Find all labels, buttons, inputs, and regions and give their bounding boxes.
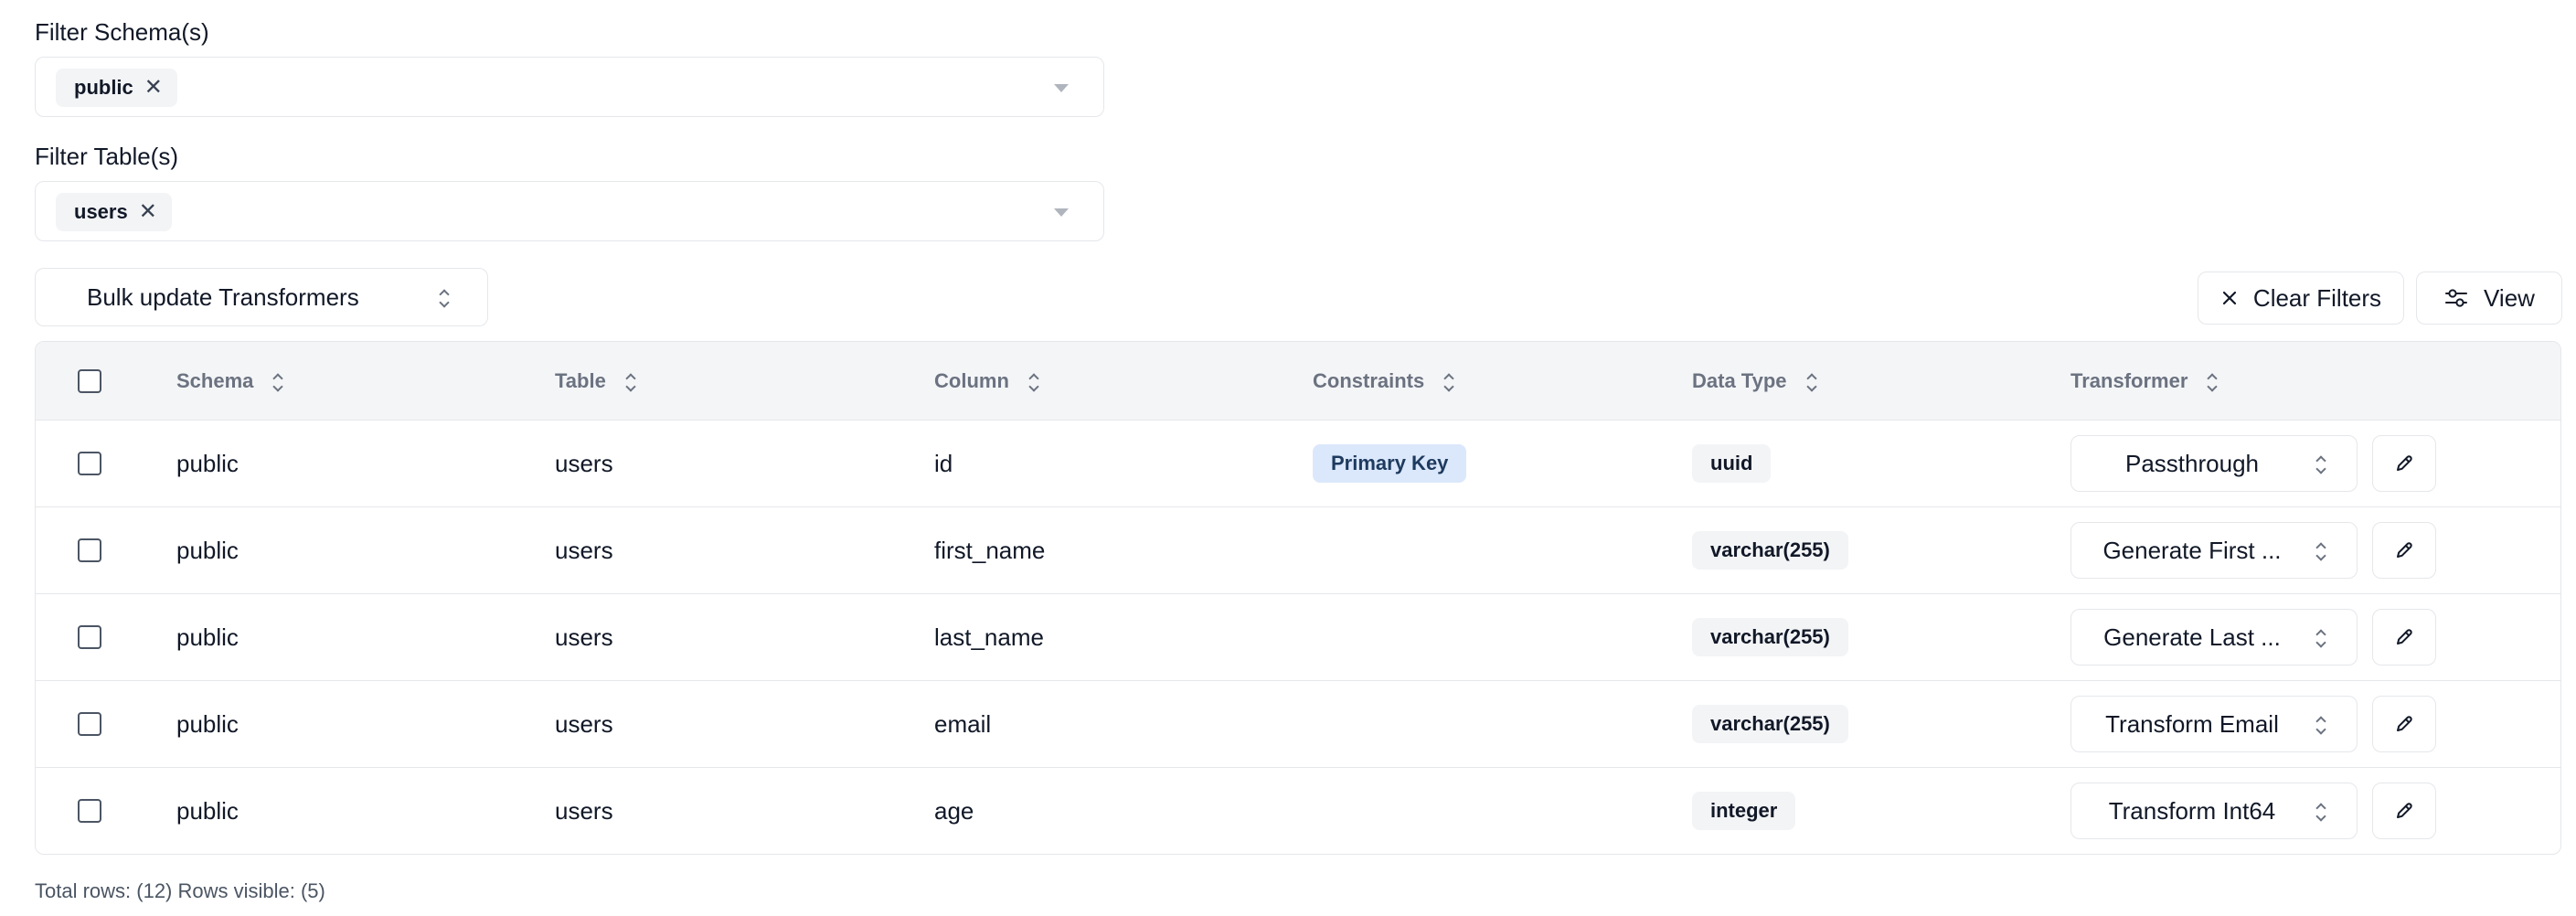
chevron-up-down-icon [2313, 715, 2329, 735]
x-icon [2222, 291, 2237, 305]
transformer-select[interactable]: Transform Email [2070, 696, 2358, 752]
transformer-select-label: Generate First ... [2102, 536, 2282, 564]
x-icon[interactable]: ✕ [144, 77, 163, 99]
chevron-up-down-icon [1441, 372, 1457, 392]
filter-table-label: Filter Table(s) [35, 143, 179, 170]
header-column-label: Column [934, 369, 1009, 392]
sliders-icon [2445, 289, 2468, 307]
chevron-up-down-icon [2204, 372, 2220, 392]
transformer-select[interactable]: Generate Last ... [2070, 609, 2358, 666]
pencil-icon [2397, 803, 2412, 818]
filter-table-select[interactable]: users ✕ [35, 181, 1104, 241]
x-icon[interactable]: ✕ [139, 201, 157, 223]
table-row: public users age integer Transform Int64 [36, 768, 2560, 854]
chevron-up-down-icon [2313, 802, 2329, 822]
header-transformer-label: Transformer [2070, 369, 2188, 392]
clear-filters-label: Clear Filters [2252, 283, 2382, 312]
transformer-select-label: Passthrough [2125, 449, 2259, 477]
chevron-up-down-icon [2313, 541, 2329, 561]
chevron-up-down-icon [1026, 372, 1042, 392]
transformer-select[interactable]: Transform Int64 [2070, 783, 2358, 839]
filter-schema-label: Filter Schema(s) [35, 18, 209, 46]
chevron-up-down-icon [1804, 372, 1820, 392]
table-chip: users ✕ [56, 193, 172, 231]
transformer-select-label: Transform Email [2105, 709, 2279, 738]
header-constraints[interactable]: Constraints [1313, 342, 1457, 421]
schema-table-page: Filter Schema(s) public ✕ Filter Table(s… [0, 0, 2576, 916]
pencil-icon [2397, 455, 2412, 471]
header-schema-label: Schema [176, 369, 254, 392]
edit-transformer-button[interactable] [2372, 783, 2436, 839]
bulk-update-transformers-select[interactable]: Bulk update Transformers [35, 268, 488, 326]
table-row: public users first_name varchar(255) Gen… [36, 507, 2560, 594]
edit-transformer-button[interactable] [2372, 522, 2436, 579]
header-table-label: Table [555, 369, 606, 392]
schema-mapping-table: Schema Table Column Constraints Data Typ… [35, 341, 2561, 855]
edit-transformer-button[interactable] [2372, 609, 2436, 666]
transformer-select[interactable]: Generate First ... [2070, 522, 2358, 579]
cell-transformer: Generate First ... [36, 507, 2560, 593]
header-transformer[interactable]: Transformer [2070, 342, 2220, 421]
schema-chip: public ✕ [56, 69, 177, 107]
edit-transformer-button[interactable] [2372, 696, 2436, 752]
transformer-select-label: Generate Last ... [2103, 623, 2281, 651]
cell-transformer: Generate Last ... [36, 594, 2560, 680]
cell-transformer: Transform Int64 [36, 768, 2560, 854]
header-table[interactable]: Table [555, 342, 639, 421]
cell-transformer: Passthrough [36, 421, 2560, 506]
chevron-up-down-icon [436, 288, 452, 308]
pencil-icon [2397, 542, 2412, 558]
table-header: Schema Table Column Constraints Data Typ… [36, 342, 2560, 421]
pencil-icon [2397, 716, 2412, 731]
chevron-up-down-icon [2313, 628, 2329, 648]
chevron-up-down-icon [270, 372, 286, 392]
header-schema[interactable]: Schema [176, 342, 286, 421]
edit-transformer-button[interactable] [2372, 435, 2436, 492]
row-count-summary: Total rows: (12) Rows visible: (5) [35, 879, 325, 902]
header-data-type[interactable]: Data Type [1692, 342, 1820, 421]
clear-filters-button[interactable]: Clear Filters [2198, 272, 2404, 325]
transformer-select-label: Transform Int64 [2108, 796, 2276, 825]
chevron-up-down-icon [2313, 454, 2329, 474]
header-data-type-label: Data Type [1692, 369, 1787, 392]
chevron-down-icon[interactable] [1054, 208, 1069, 217]
table-row: public users last_name varchar(255) Gene… [36, 594, 2560, 681]
bulk-update-label: Bulk update Transformers [87, 282, 359, 311]
view-button[interactable]: View [2416, 272, 2562, 325]
schema-chip-label: public [74, 76, 133, 99]
table-row: public users email varchar(255) Transfor… [36, 681, 2560, 768]
table-chip-label: users [74, 200, 128, 223]
filter-schema-select[interactable]: public ✕ [35, 57, 1104, 117]
header-constraints-label: Constraints [1313, 369, 1425, 392]
header-column[interactable]: Column [934, 342, 1042, 421]
select-all-checkbox[interactable] [78, 369, 101, 393]
view-label: View [2484, 283, 2535, 312]
cell-transformer: Transform Email [36, 681, 2560, 767]
chevron-up-down-icon [623, 372, 639, 392]
chevron-down-icon[interactable] [1054, 84, 1069, 92]
transformer-select[interactable]: Passthrough [2070, 435, 2358, 492]
pencil-icon [2397, 629, 2412, 644]
table-row: public users id Primary Key uuid Passthr… [36, 421, 2560, 507]
